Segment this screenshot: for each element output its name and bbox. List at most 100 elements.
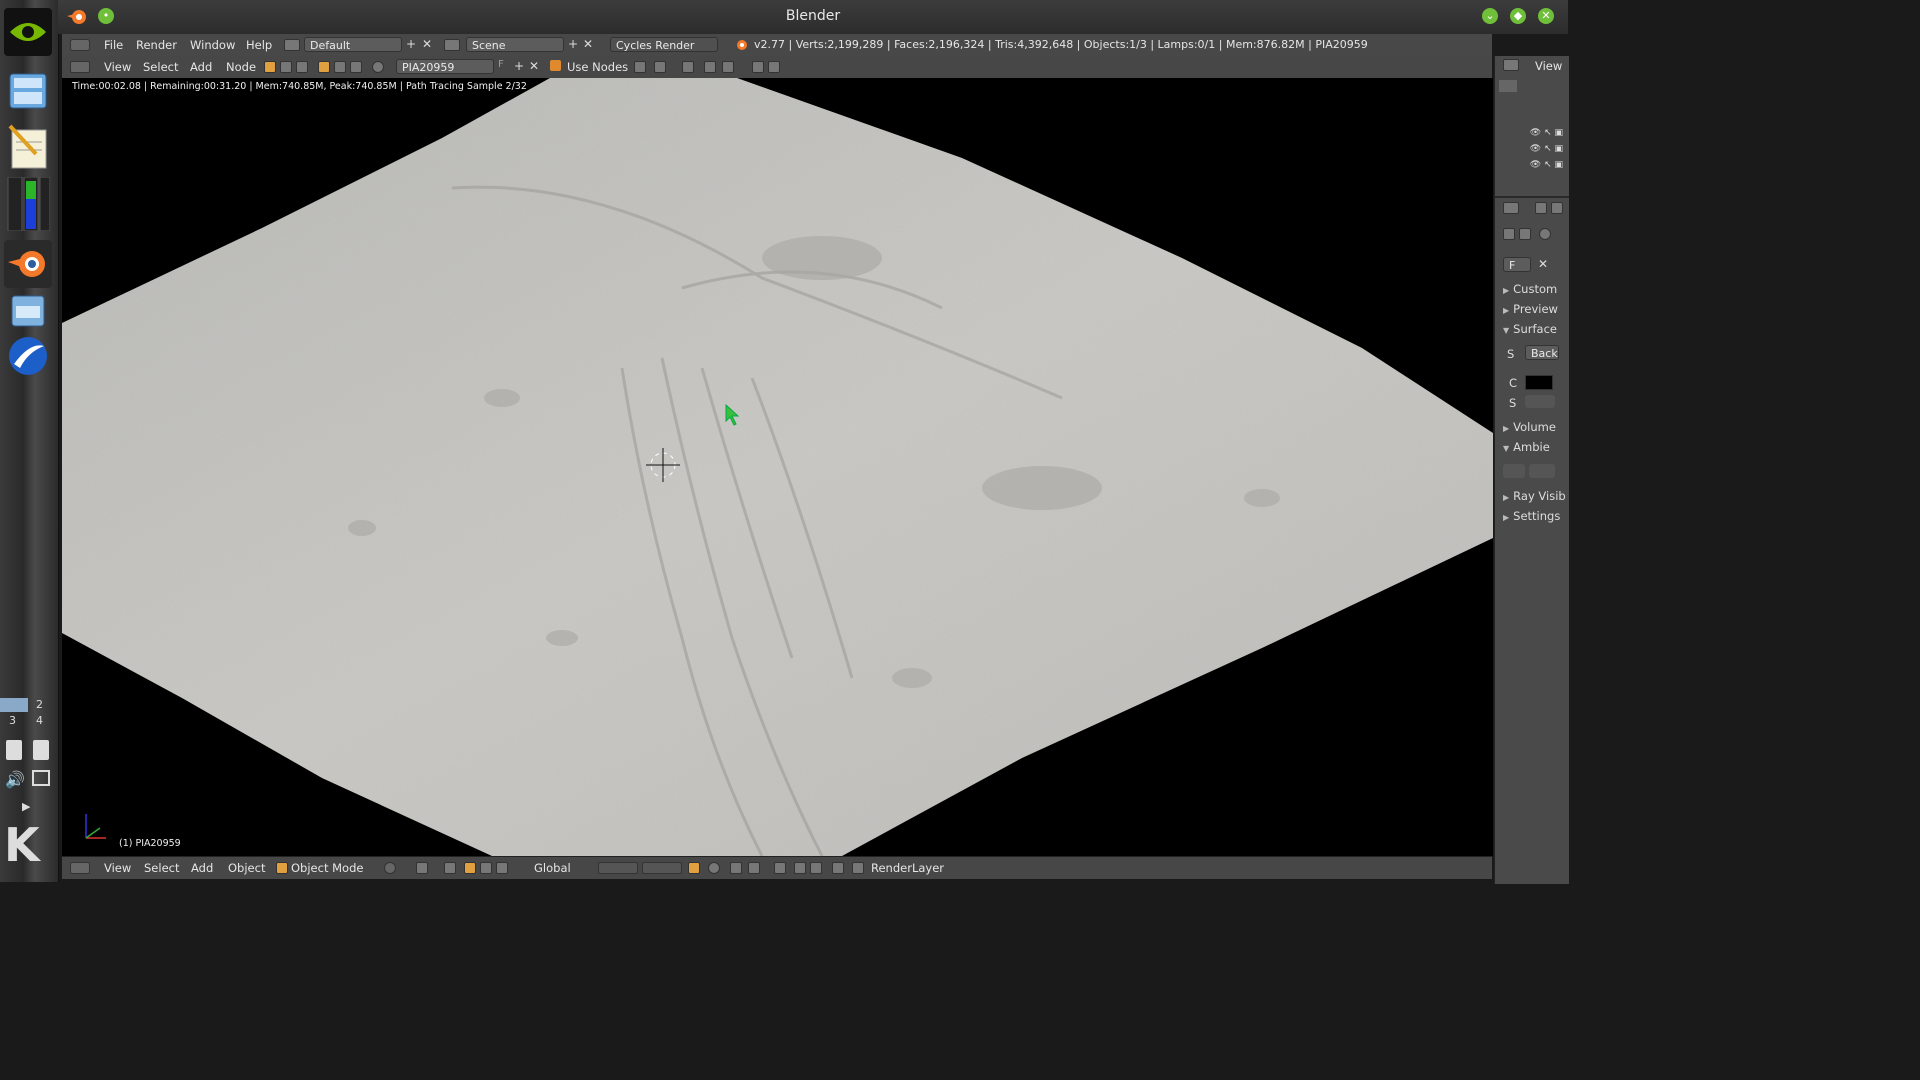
compositing-nodes-icon[interactable]	[280, 61, 292, 73]
minimize-button[interactable]: ⌄	[1482, 8, 1498, 24]
panel-custom[interactable]: ▶ Custom	[1503, 282, 1557, 296]
expand-tray-icon[interactable]: ▶	[22, 800, 30, 813]
panel-ray-visibility[interactable]: ▶ Ray Visib	[1503, 489, 1566, 503]
scale-icon[interactable]	[496, 862, 508, 874]
outliner-row-1-visibility-icons[interactable]: 👁 ↖ ▣	[1530, 128, 1563, 138]
render-layer-select[interactable]: RenderLayer	[871, 861, 944, 875]
browser-icon[interactable]	[4, 332, 52, 380]
pivot-point-icon[interactable]	[416, 862, 428, 874]
text-editor-icon[interactable]	[4, 122, 52, 170]
remove-slot-button[interactable]: ✕	[1538, 257, 1548, 271]
maximize-button[interactable]: ◆	[1510, 8, 1526, 24]
material-tab-icon[interactable]	[1539, 228, 1551, 240]
pin-properties-icon[interactable]	[1503, 228, 1515, 240]
desktop-2-pager[interactable]: 2	[36, 698, 43, 711]
opengl-animation-icon[interactable]	[810, 862, 822, 874]
context-object-icon[interactable]	[1519, 228, 1531, 240]
menu-help[interactable]: Help	[246, 38, 272, 52]
system-monitor-icon[interactable]	[4, 177, 52, 231]
3d-viewport[interactable]: Time:00:02.08 | Remaining:00:31.20 | Mem…	[62, 78, 1493, 856]
add-scene-button[interactable]: +	[568, 37, 578, 51]
info-editor-type-icon[interactable]	[70, 39, 90, 51]
nvidia-icon[interactable]	[4, 8, 52, 56]
material-slot-field[interactable]: F	[1503, 257, 1531, 272]
layers-grid-1[interactable]	[598, 862, 638, 874]
transform-orientation-select[interactable]: Global	[534, 861, 571, 875]
panel-preview[interactable]: ▶ Preview	[1503, 302, 1558, 316]
linestyle-shader-icon[interactable]	[350, 61, 362, 73]
snap-toggle-icon[interactable]	[730, 862, 742, 874]
use-nodes-checkbox[interactable]	[550, 60, 561, 71]
close-button[interactable]: ✕	[1538, 8, 1554, 24]
properties-type-icon[interactable]	[1503, 202, 1519, 214]
texture-nodes-icon[interactable]	[296, 61, 308, 73]
scene-icon[interactable]	[444, 39, 460, 51]
copy-nodes-icon[interactable]	[752, 61, 764, 73]
manipulator-icon[interactable]	[444, 862, 456, 874]
viewport-menu-view[interactable]: View	[104, 861, 131, 875]
panel-ambient-occlusion[interactable]: ▼ Ambie	[1503, 440, 1550, 454]
add-layout-button[interactable]: +	[406, 37, 416, 51]
color-swatch[interactable]	[1525, 375, 1553, 390]
file-manager-icon-2[interactable]	[4, 286, 52, 334]
auto-render-icon[interactable]	[704, 61, 716, 73]
snap-element-icon[interactable]	[748, 862, 760, 874]
panel-volume[interactable]: ▶ Volume	[1503, 420, 1556, 434]
outliner-type-icon[interactable]	[1503, 59, 1519, 71]
render-tab-icon[interactable]	[1535, 202, 1547, 214]
node-editor-type-icon[interactable]	[70, 61, 90, 73]
screen-layout-icon[interactable]	[284, 39, 300, 51]
kde-menu-icon[interactable]: K	[4, 822, 40, 868]
blender-icon[interactable]	[4, 240, 52, 288]
menu-render[interactable]: Render	[136, 38, 177, 52]
viewport-editor-type-icon[interactable]	[70, 862, 90, 874]
screen-layout-field[interactable]: Default	[304, 37, 402, 52]
parent-node-tree-icon[interactable]	[654, 61, 666, 73]
paste-nodes-icon[interactable]	[768, 61, 780, 73]
clipboard-icon[interactable]	[6, 740, 22, 760]
pin-icon[interactable]	[634, 61, 646, 73]
panel-settings[interactable]: ▶ Settings	[1503, 509, 1560, 523]
shader-nodes-icon[interactable]	[264, 61, 276, 73]
translate-icon[interactable]	[464, 862, 476, 874]
object-shader-icon[interactable]	[318, 61, 330, 73]
material-icon[interactable]	[372, 61, 384, 73]
world-shader-icon[interactable]	[334, 61, 346, 73]
render-engine-select[interactable]: Cycles Render	[610, 37, 718, 52]
lock-camera-icon[interactable]	[688, 862, 700, 874]
remove-scene-button[interactable]: ✕	[583, 37, 593, 51]
scene-field[interactable]: Scene	[466, 37, 564, 52]
menu-window[interactable]: Window	[190, 38, 235, 52]
outliner-view-menu[interactable]: View	[1535, 59, 1562, 73]
node-menu-node[interactable]: Node	[226, 60, 256, 74]
desktop-3-pager[interactable]: 3	[9, 714, 16, 727]
viewport-menu-object[interactable]: Object	[228, 861, 265, 875]
ao-factor-field[interactable]	[1503, 464, 1525, 478]
menu-file[interactable]: File	[104, 38, 123, 52]
proportional-edit-icon[interactable]	[708, 862, 720, 874]
display-icon[interactable]	[32, 770, 50, 786]
outliner-scene-row[interactable]	[1499, 80, 1517, 92]
surface-back-field[interactable]: Back	[1525, 345, 1559, 360]
viewport-menu-select[interactable]: Select	[144, 861, 179, 875]
desktop-4-pager[interactable]: 4	[36, 714, 43, 727]
outliner-row-2-visibility-icons[interactable]: 👁 ↖ ▣	[1530, 144, 1563, 154]
viewport-shading-icon[interactable]	[384, 862, 396, 874]
remove-layout-button[interactable]: ✕	[422, 37, 432, 51]
opengl-render-icon[interactable]	[794, 862, 806, 874]
add-material-button[interactable]: +	[514, 59, 524, 73]
snap-target-icon[interactable]	[774, 862, 786, 874]
interaction-mode-select[interactable]: Object Mode	[291, 861, 363, 875]
file-manager-icon[interactable]	[4, 66, 52, 114]
slider-field[interactable]	[1525, 395, 1555, 408]
desktop-1-pager[interactable]	[0, 698, 28, 712]
node-menu-add[interactable]: Add	[190, 60, 212, 74]
node-menu-select[interactable]: Select	[143, 60, 178, 74]
fake-user-button[interactable]: F	[498, 59, 504, 70]
viewport-menu-add[interactable]: Add	[191, 861, 213, 875]
volume-icon[interactable]: 🔊	[5, 770, 25, 789]
scene-tab-icon[interactable]	[1551, 202, 1563, 214]
material-name-field[interactable]: PIA20959	[396, 59, 494, 74]
layers-grid-2[interactable]	[642, 862, 682, 874]
snap-icon[interactable]	[722, 61, 734, 73]
